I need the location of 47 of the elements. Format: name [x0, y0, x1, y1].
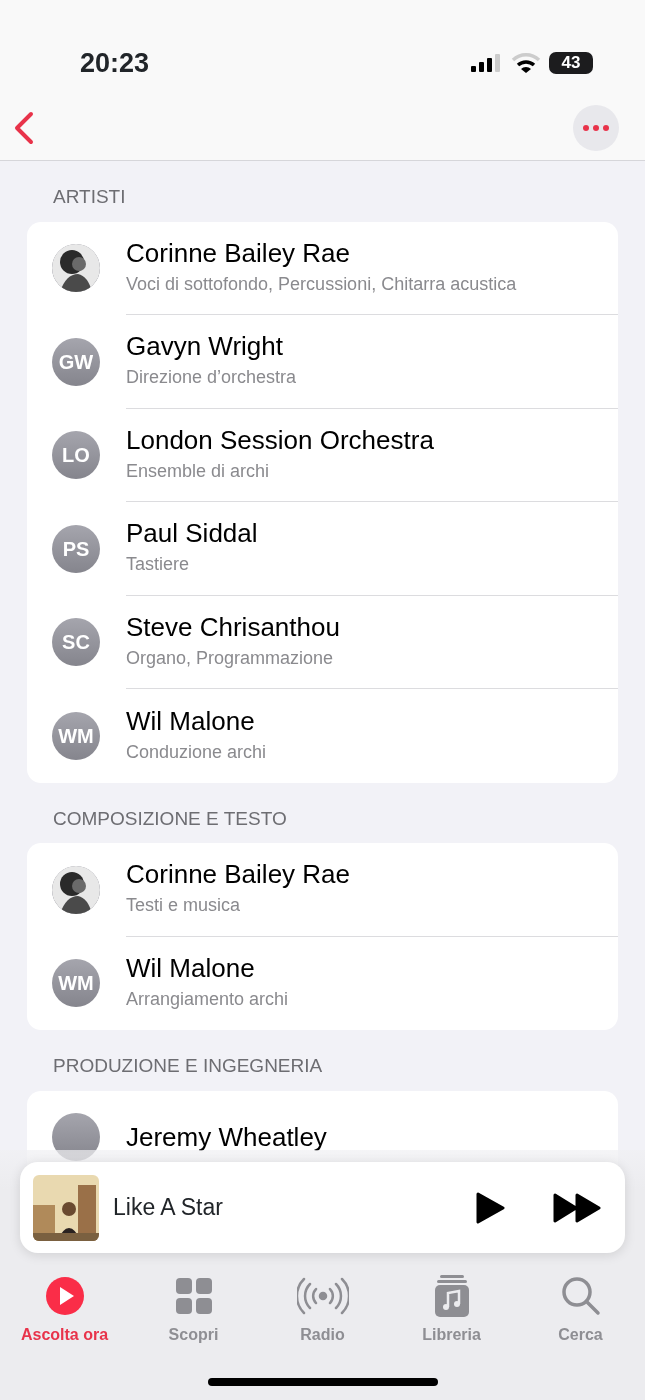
- tab-item[interactable]: Libreria: [387, 1273, 516, 1347]
- person-name: Steve Chrisanthou: [126, 611, 341, 643]
- section-header: ARTISTI: [52, 185, 127, 209]
- signal-icon: [471, 53, 503, 73]
- tab-item[interactable]: Radio: [258, 1273, 387, 1347]
- more-icon: [583, 125, 609, 131]
- avatar: LO: [52, 431, 100, 480]
- track-title: Like A Star: [113, 1193, 224, 1223]
- grid-icon: [174, 1277, 213, 1315]
- play-button[interactable]: [475, 1191, 505, 1224]
- tab-item[interactable]: Ascolta ora: [0, 1273, 129, 1347]
- avatar: WM: [52, 959, 100, 1008]
- tab-item[interactable]: Cerca: [516, 1273, 645, 1347]
- person-role: Direzione d’orchestra: [126, 366, 298, 390]
- person-name: Paul Siddal: [126, 518, 259, 550]
- person-name: Wil Malone: [126, 705, 256, 737]
- broadcast-icon: [296, 1276, 349, 1316]
- status-time: 20:23: [80, 46, 150, 80]
- fast-forward-button[interactable]: [553, 1192, 601, 1223]
- more-button[interactable]: [573, 105, 619, 151]
- back-button[interactable]: [12, 110, 36, 146]
- person-name: Jeremy Wheatley: [126, 1121, 328, 1153]
- section-header: PRODUZIONE E INGEGNERIA: [52, 1054, 324, 1078]
- avatar: PS: [52, 524, 100, 573]
- person-name: Wil Malone: [126, 953, 256, 985]
- person-role: Conduzione archi: [126, 740, 268, 764]
- wifi-icon: [511, 52, 541, 74]
- tab-item[interactable]: Scopri: [129, 1273, 258, 1347]
- search-icon: [560, 1276, 601, 1316]
- person-name: Corinne Bailey Rae: [126, 237, 351, 269]
- person-role: Tastiere: [126, 553, 191, 577]
- person-role: Arrangiamento archi: [126, 988, 290, 1012]
- avatar: SC: [52, 618, 100, 667]
- music-note-icon: [433, 1275, 470, 1317]
- person-name: Corinne Bailey Rae: [126, 859, 351, 891]
- avatar: WM: [52, 711, 100, 760]
- play-icon: [44, 1276, 85, 1316]
- person-name: Gavyn Wright: [126, 331, 284, 363]
- person-role: Testi e musica: [126, 894, 242, 918]
- person-role: Ensemble di archi: [126, 459, 271, 483]
- person-role: Organo, Programmazione: [126, 646, 335, 670]
- person-name: London Session Orchestra: [126, 424, 435, 456]
- section-header: COMPOSIZIONE E TESTO: [52, 806, 288, 831]
- battery-indicator: 43: [549, 52, 593, 74]
- person-role: Voci di sottofondo, Percussioni, Chitarra acustica: [126, 272, 518, 296]
- mini-player[interactable]: Like A Star: [20, 1162, 625, 1253]
- avatar: GW: [52, 337, 100, 386]
